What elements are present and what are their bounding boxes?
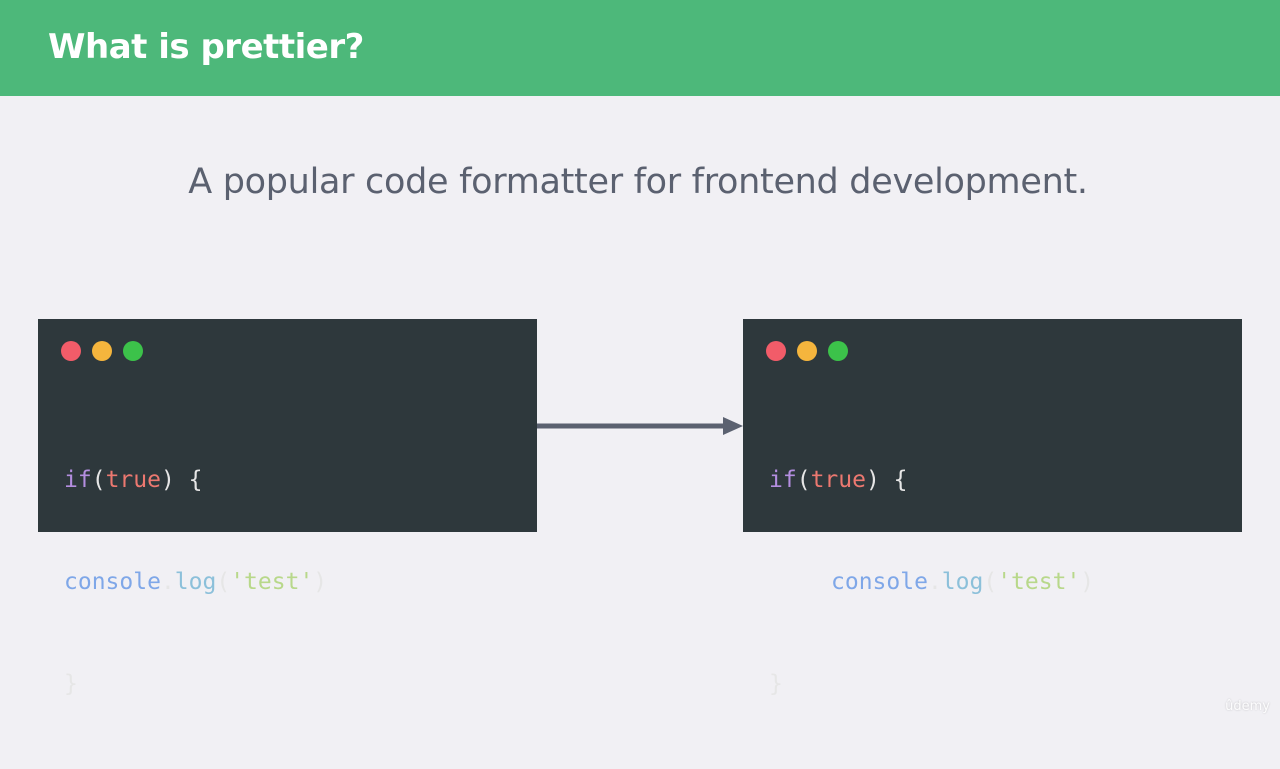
- boolean-token: true: [105, 467, 161, 493]
- maximize-dot-icon: [123, 341, 143, 361]
- punctuation-token: ) {: [865, 467, 908, 493]
- punctuation-token: (: [983, 569, 998, 595]
- code-window-before: if(true) { console.log('test') }: [38, 319, 537, 697]
- slide-header: What is prettier?: [0, 0, 1280, 96]
- code-line: }: [769, 667, 1094, 701]
- code-line-indented: console.log('test'): [769, 565, 1094, 599]
- punctuation-token: ): [313, 569, 328, 595]
- keyword-token: if: [769, 467, 797, 493]
- code-line: if(true) {: [769, 463, 1094, 497]
- maximize-dot-icon: [828, 341, 848, 361]
- keyword-token: if: [64, 467, 92, 493]
- close-dot-icon: [766, 341, 786, 361]
- punctuation-token: }: [769, 671, 783, 697]
- minimize-dot-icon: [797, 341, 817, 361]
- boolean-token: true: [810, 467, 866, 493]
- punctuation-token: ) {: [160, 467, 203, 493]
- code-line: }: [64, 667, 327, 701]
- punctuation-token: (: [91, 467, 106, 493]
- punctuation-token: .: [927, 569, 942, 595]
- identifier-token: console: [64, 569, 161, 595]
- string-token: 'test': [230, 569, 314, 595]
- close-dot-icon: [61, 341, 81, 361]
- method-token: log: [174, 569, 217, 595]
- code-line: console.log('test'): [64, 565, 327, 599]
- slide-title: What is prettier?: [48, 27, 364, 67]
- punctuation-token: (: [216, 569, 231, 595]
- watermark-logo: ûdemy: [1225, 699, 1270, 714]
- punctuation-token: .: [160, 569, 175, 595]
- string-token: 'test': [997, 569, 1081, 595]
- code-window-after: if(true) { console.log('test') }: [743, 319, 1242, 697]
- slide-subtitle: A popular code formatter for frontend de…: [188, 162, 1088, 202]
- code-line: if(true) {: [64, 463, 327, 497]
- punctuation-token: }: [64, 671, 78, 697]
- method-token: log: [941, 569, 984, 595]
- right-arrow-icon: [537, 417, 743, 435]
- code-block-formatted: if(true) { console.log('test') }: [769, 395, 1094, 769]
- code-block-unformatted: if(true) { console.log('test') }: [64, 395, 327, 769]
- punctuation-token: ): [1080, 569, 1095, 595]
- punctuation-token: (: [796, 467, 811, 493]
- identifier-token: console: [831, 569, 928, 595]
- minimize-dot-icon: [92, 341, 112, 361]
